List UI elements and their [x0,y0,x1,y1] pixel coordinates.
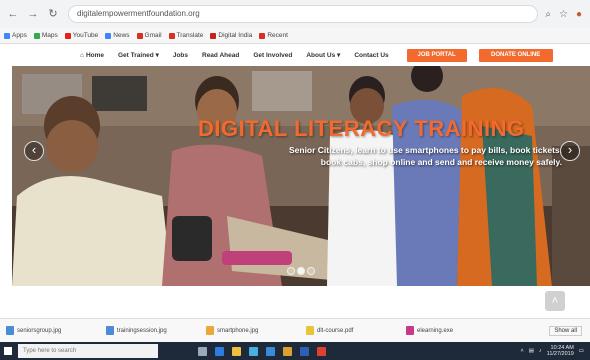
chrome-icon[interactable] [283,346,292,356]
file-explorer-icon[interactable] [232,346,241,356]
image-file-icon [6,326,14,335]
bookmark-item[interactable]: Apps [4,32,27,39]
back-arrow-icon[interactable]: ← [6,7,20,21]
zoom-icon[interactable]: ⌕ [545,9,551,20]
system-tray: ˄ ▤ ♪ 10:24 AM 11/27/2019 ▭ [521,345,585,357]
chevron-left-icon: ‹ [31,142,37,157]
bookmark-item[interactable]: Gmail [136,32,162,39]
hero-title: DIGITAL LITERACY TRAINING [198,116,525,141]
clock[interactable]: 10:24 AM 11/27/2019 [547,345,574,357]
bookmark-item[interactable]: Maps [33,32,58,39]
file-icon [206,326,214,335]
file-icon [406,326,414,335]
slider-dots [287,267,315,275]
flag-icon [210,32,217,39]
donate-online-button[interactable]: DONATE ONLINE [478,48,553,62]
volume-icon[interactable]: ♪ [539,348,542,354]
show-all-downloads-button[interactable]: Show all [549,325,582,336]
notifications-icon[interactable]: ▭ [579,348,584,354]
task-view-icon[interactable] [198,346,207,356]
slider-dot[interactable] [307,267,315,275]
maps-icon [33,32,40,39]
windows-taskbar: Type here to search ˄ ▤ ♪ 10:24 AM 11/27… [0,342,590,360]
download-item[interactable]: dlt-course.pdf [300,326,400,335]
downloads-bar: seniorsgroup.jpg trainingsession.jpg sma… [0,318,590,342]
network-icon[interactable]: ▤ [529,348,534,354]
taskbar-search-input[interactable]: Type here to search [18,344,158,358]
store-icon[interactable] [249,346,258,356]
chevron-right-icon: › [567,142,573,157]
mail-icon [259,32,266,39]
nav-jobs[interactable]: Jobs [173,52,188,59]
home-icon: ⌂ [80,51,84,59]
hero-subtitle: Senior Citizens, learn to use smartphone… [288,145,562,167]
browser-toolbar: ← → ↻ digitalempowermentfoundation.org ⌕… [0,0,590,28]
address-bar[interactable]: digitalempowermentfoundation.org [68,5,538,23]
nav-home[interactable]: ⌂ Home [80,52,104,59]
slider-next-button[interactable]: › [560,141,580,161]
gmail-icon [136,32,143,39]
download-item[interactable]: trainingsession.jpg [100,326,200,335]
reload-icon[interactable]: ↻ [46,7,60,21]
bookmark-item[interactable]: Recent [259,32,288,39]
bookmarks-bar: Apps Maps YouTube News Gmail Translate D… [0,28,590,44]
site-navigation: ⌂ Home Get Trained ▾ Jobs Read Ahead Get… [0,44,590,66]
file-icon [306,326,314,335]
hero-slider: DIGITAL LITERACY TRAINING Senior Citizen… [12,66,590,286]
job-portal-button[interactable]: JOB PORTAL [406,48,467,62]
download-item[interactable]: seniorsgroup.jpg [0,326,100,335]
profile-icon[interactable]: ● [576,9,582,20]
nav-contact-us[interactable]: Contact Us [354,52,388,59]
bookmark-item[interactable]: Translate [168,32,203,39]
edge-icon[interactable] [215,346,224,356]
windows-start-icon[interactable] [0,342,16,360]
news-icon [105,32,112,39]
youtube-icon [64,32,71,39]
bookmark-item[interactable]: Digital India [210,32,252,39]
nav-read-ahead[interactable]: Read Ahead [202,52,239,59]
mail-app-icon[interactable] [266,346,275,356]
nav-about-us[interactable]: About Us ▾ [306,51,340,59]
url-text: digitalempowermentfoundation.org [77,9,200,18]
chevron-up-icon[interactable]: ˄ [521,348,524,354]
download-item[interactable]: elearning.exe [400,326,500,335]
apps-icon [4,32,10,39]
word-icon[interactable] [300,346,309,356]
translate-icon [168,32,175,39]
page-body [0,286,590,318]
star-icon[interactable]: ☆ [559,9,568,20]
image-file-icon [106,326,114,335]
bookmark-item[interactable]: YouTube [64,32,98,39]
slider-dot[interactable] [297,267,305,275]
slider-prev-button[interactable]: ‹ [24,141,44,161]
download-item[interactable]: smartphone.jpg [200,326,300,335]
scroll-to-top-button[interactable]: ˄ [545,291,565,311]
nav-get-trained[interactable]: Get Trained ▾ [118,51,159,59]
chevron-up-icon: ˄ [551,295,559,307]
hero-photo [12,66,590,286]
nav-get-involved[interactable]: Get Involved [253,52,292,59]
bookmark-item[interactable]: News [105,32,130,39]
slider-dot[interactable] [287,267,295,275]
app-icon[interactable] [317,346,326,356]
forward-arrow-icon[interactable]: → [26,7,40,21]
